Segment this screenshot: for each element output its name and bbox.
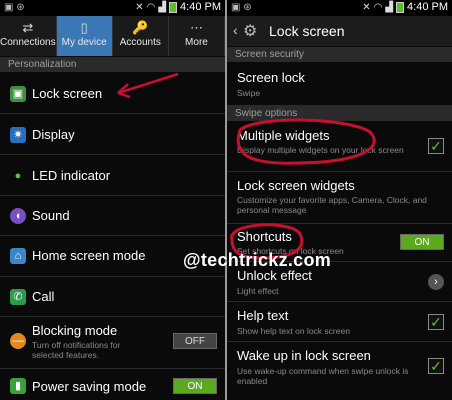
setting-item-multiple-widgets[interactable]: Multiple widgets Display multiple widget… — [227, 122, 452, 172]
accounts-icon: 🔑 — [132, 20, 149, 35]
setting-label: Blocking mode — [32, 323, 118, 338]
mute-icon: ✕ — [135, 1, 144, 13]
status-bar: ▣ ⊛ ✕ ◠ ▟ 4:40 PM — [227, 0, 452, 16]
setting-description: Turn off notifications for selected feat… — [32, 340, 121, 360]
action-bar: ‹ ⚙ Lock screen — [227, 16, 452, 46]
wifi-icon: ◠ — [373, 1, 383, 13]
section-header-screen-security: Screen security — [227, 47, 452, 62]
setting-item-blocking-mode[interactable]: — Blocking mode Turn off notifications f… — [0, 317, 225, 369]
setting-label: Lock screen — [32, 86, 103, 101]
page-title: Lock screen — [269, 23, 345, 39]
setting-description: Swipe — [237, 88, 261, 98]
setting-label: Shortcuts — [237, 229, 292, 244]
home-icon: ⌂ — [10, 248, 26, 264]
tab-connections[interactable]: ⇄ Connections — [0, 16, 57, 56]
help-text-checkbox[interactable]: ✓ — [428, 314, 444, 330]
settings-screen: ▣ ⊛ ✕ ◠ ▟ 4:40 PM ⇄ Connections ▯ My dev… — [0, 0, 225, 400]
setting-item-call[interactable]: ✆ Call — [0, 277, 225, 317]
setting-label: Home screen mode — [32, 248, 146, 263]
setting-item-lock-screen-widgets[interactable]: Lock screen widgets Customize your favor… — [227, 172, 452, 224]
back-arrow-icon[interactable]: ‹ — [233, 22, 238, 38]
connections-icon: ⇄ — [22, 20, 34, 35]
setting-item-screen-lock[interactable]: Screen lock Swipe — [227, 63, 452, 106]
setting-description: Display multiple widgets on your lock sc… — [237, 145, 404, 155]
signal-icon: ▟ — [385, 1, 394, 13]
status-bar: ▣ ⊛ ✕ ◠ ▟ 4:40 PM — [0, 0, 225, 16]
tab-my-device[interactable]: ▯ My device — [56, 16, 113, 56]
more-icon: ⋯ — [189, 20, 203, 35]
setting-item-help-text[interactable]: Help text Show help text on lock screen … — [227, 302, 452, 342]
section-header-swipe-options: Swipe options — [227, 106, 452, 121]
setting-item-lock-screen[interactable]: ▣ Lock screen — [0, 73, 225, 114]
my-device-icon: ▯ — [80, 20, 88, 35]
led-indicator-icon: ● — [14, 170, 22, 182]
setting-label: Wake up in lock screen — [237, 348, 371, 363]
setting-label: Lock screen widgets — [237, 178, 355, 193]
section-header-personalization: Personalization — [0, 57, 225, 72]
mute-icon: ✕ — [362, 1, 371, 13]
lock-screen-icon: ▣ — [10, 86, 26, 102]
blocking-mode-toggle[interactable]: OFF — [173, 333, 217, 349]
setting-label: Display — [32, 127, 75, 142]
power-saving-icon: ▮ — [10, 378, 26, 394]
setting-description: Customize your favorite apps, Camera, Cl… — [237, 195, 427, 215]
setting-item-sound[interactable]: ◖ Sound — [0, 196, 225, 236]
setting-description: Use wake-up command when swipe unlock is… — [237, 366, 409, 386]
tab-more[interactable]: ⋯ More — [169, 16, 225, 56]
clock: 4:40 PM — [180, 1, 221, 13]
tab-label: Accounts — [119, 37, 161, 48]
chevron-right-icon[interactable]: › — [428, 274, 444, 290]
blocking-icon: — — [10, 333, 26, 349]
tab-label: Connections — [0, 37, 56, 48]
setting-label: Help text — [237, 308, 289, 323]
power-saving-toggle[interactable]: ON — [173, 378, 217, 394]
battery-icon — [169, 1, 178, 13]
settings-tabs: ⇄ Connections ▯ My device 🔑 Accounts ⋯ M… — [0, 16, 225, 56]
shortcuts-toggle[interactable]: ON — [400, 234, 444, 250]
notification-icons: ▣ ⊛ — [231, 2, 252, 13]
display-icon: ✷ — [10, 127, 26, 143]
sound-icon: ◖ — [10, 208, 26, 224]
signal-icon: ▟ — [158, 1, 167, 13]
battery-icon — [396, 1, 405, 13]
setting-description: Light effect — [237, 286, 279, 296]
wake-up-checkbox[interactable]: ✓ — [428, 358, 444, 374]
setting-label: LED indicator — [32, 168, 111, 183]
setting-item-power-saving-mode[interactable]: ▮ Power saving mode ON — [0, 369, 225, 400]
setting-label: Multiple widgets — [237, 128, 330, 143]
clock: 4:40 PM — [407, 1, 448, 13]
gear-icon: ⚙ — [243, 23, 258, 40]
watermark: @techtrickz.com — [183, 250, 332, 270]
wifi-icon: ◠ — [146, 1, 156, 13]
setting-item-wake-up[interactable]: Wake up in lock screen Use wake-up comma… — [227, 342, 452, 400]
tab-label: More — [185, 37, 208, 48]
setting-label: Sound — [32, 208, 70, 223]
setting-label: Power saving mode — [32, 379, 147, 394]
setting-description: Show help text on lock screen — [237, 326, 350, 336]
setting-item-led-indicator[interactable]: ● LED indicator — [0, 155, 225, 196]
call-icon: ✆ — [10, 289, 26, 305]
setting-item-display[interactable]: ✷ Display — [0, 114, 225, 155]
setting-label: Call — [32, 289, 55, 304]
tab-label: My device — [61, 37, 107, 48]
lock-screen-settings: ▣ ⊛ ✕ ◠ ▟ 4:40 PM ‹ ⚙ Lock screen Screen… — [227, 0, 452, 400]
multiple-widgets-checkbox[interactable]: ✓ — [428, 138, 444, 154]
tab-accounts[interactable]: 🔑 Accounts — [113, 16, 169, 56]
notification-icons: ▣ ⊛ — [4, 2, 25, 13]
setting-label: Screen lock — [237, 70, 305, 85]
